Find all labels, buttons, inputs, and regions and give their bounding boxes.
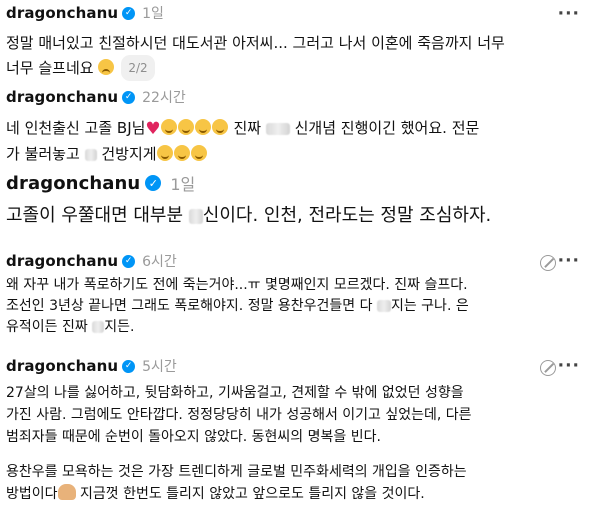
text-line: 유적이든 진짜 지든. bbox=[6, 319, 135, 335]
post-text: 27살의 나를 싫어하고, 뒷담화하고, 기싸움걸고, 견제할 수 밖에 없었던… bbox=[6, 382, 472, 448]
laughing-crying-face-icon bbox=[173, 145, 190, 161]
username[interactable]: dragonchanu bbox=[6, 357, 118, 375]
sad-face-icon bbox=[98, 59, 115, 75]
laughing-crying-face-icon bbox=[177, 119, 194, 135]
blurred-text bbox=[188, 208, 203, 224]
text-line: 조선인 3년상 끝나면 그래도 폭로해야지. 정말 용찬우건들면 다 지는 구나… bbox=[6, 298, 469, 314]
text-line: 가진 사람. 그럼에도 안타깝다. 정정당당히 내가 성공해서 이기고 싶었는데… bbox=[6, 407, 472, 423]
more-options-icon[interactable]: ··· bbox=[558, 251, 580, 271]
text-line: 용찬우를 모욕하는 것은 가장 트렌디하게 글로벌 민주화세력의 개입을 인증하… bbox=[6, 464, 467, 480]
verified-badge-icon: ✓ bbox=[122, 254, 136, 268]
heart-icon: ♥ bbox=[145, 119, 161, 139]
username[interactable]: dragonchanu bbox=[6, 173, 140, 194]
laughing-crying-face-icon bbox=[194, 119, 211, 135]
verified-badge-icon: ✓ bbox=[145, 175, 162, 191]
edited-icon[interactable] bbox=[540, 360, 556, 376]
verified-badge-icon: ✓ bbox=[122, 6, 136, 20]
blurred-text bbox=[84, 148, 97, 161]
verified-badge-icon: ✓ bbox=[122, 359, 136, 373]
text-line: 왜 자꾸 내가 폭로하기도 전에 죽는거야...ㅠ 몇명째인지 모르겠다. 진짜… bbox=[6, 277, 468, 293]
username[interactable]: dragonchanu bbox=[6, 252, 118, 270]
text-line: 네 인천출신 고졸 BJ님♥ 진짜 신개념 진행이긴 했어요. 전문 bbox=[6, 119, 480, 139]
timestamp[interactable]: 1일 bbox=[170, 171, 195, 195]
laughing-crying-face-icon bbox=[160, 119, 177, 135]
more-options-icon[interactable]: ··· bbox=[558, 356, 580, 376]
username[interactable]: dragonchanu bbox=[6, 88, 118, 106]
post-text-paragraph-2: 용찬우를 모욕하는 것은 가장 트렌디하게 글로벌 민주화세력의 개입을 인증하… bbox=[6, 461, 467, 505]
timestamp[interactable]: 6시간 bbox=[142, 251, 177, 271]
timestamp[interactable]: 5시간 bbox=[142, 356, 177, 376]
blurred-text bbox=[265, 122, 290, 135]
edited-icon[interactable] bbox=[540, 255, 556, 271]
laughing-crying-face-icon bbox=[190, 145, 207, 161]
post-text: 정말 매너있고 친절하시던 대도서관 아저씨... 그러고 나서 이혼에 죽음까… bbox=[6, 31, 505, 81]
timestamp[interactable]: 22시간 bbox=[142, 87, 186, 107]
blurred-text bbox=[376, 300, 391, 312]
text-line: 범죄자들 때문에 순번이 돌아오지 않았다. 동현씨의 명복을 빈다. bbox=[6, 429, 381, 445]
text-line: 방법이다 지금껏 한번도 틀리지 않았고 앞으로도 틀리지 않을 것이다. bbox=[6, 484, 425, 502]
username[interactable]: dragonchanu bbox=[6, 4, 118, 22]
post-text: 왜 자꾸 내가 폭로하기도 전에 죽는거야...ㅠ 몇명째인지 모르겠다. 진짜… bbox=[6, 275, 469, 338]
text-line: 27살의 나를 싫어하고, 뒷담화하고, 기싸움걸고, 견제할 수 밖에 없었던… bbox=[6, 385, 464, 401]
post-text: 고졸이 우쭐대면 대부분 신이다. 인천, 전라도는 정말 조심하자. bbox=[6, 205, 492, 226]
text-line: 너무 슬프네요 2/2 bbox=[6, 55, 505, 81]
more-options-icon[interactable]: ··· bbox=[558, 4, 580, 24]
post-text: 네 인천출신 고졸 BJ님♥ 진짜 신개념 진행이긴 했어요. 전문 가 불러놓… bbox=[6, 116, 479, 167]
laughing-crying-face-icon bbox=[156, 145, 173, 161]
laughing-crying-face-icon bbox=[211, 119, 228, 135]
blurred-text bbox=[92, 321, 105, 333]
carousel-pager: 2/2 bbox=[121, 55, 155, 81]
text-line: 정말 매너있고 친절하시던 대도서관 아저씨... 그러고 나서 이혼에 죽음까… bbox=[6, 34, 505, 52]
folded-hands-icon bbox=[57, 484, 76, 500]
verified-badge-icon: ✓ bbox=[122, 90, 136, 104]
text-line: 가 불러놓고 건방지게 bbox=[6, 142, 479, 167]
timestamp[interactable]: 1일 bbox=[142, 3, 164, 23]
